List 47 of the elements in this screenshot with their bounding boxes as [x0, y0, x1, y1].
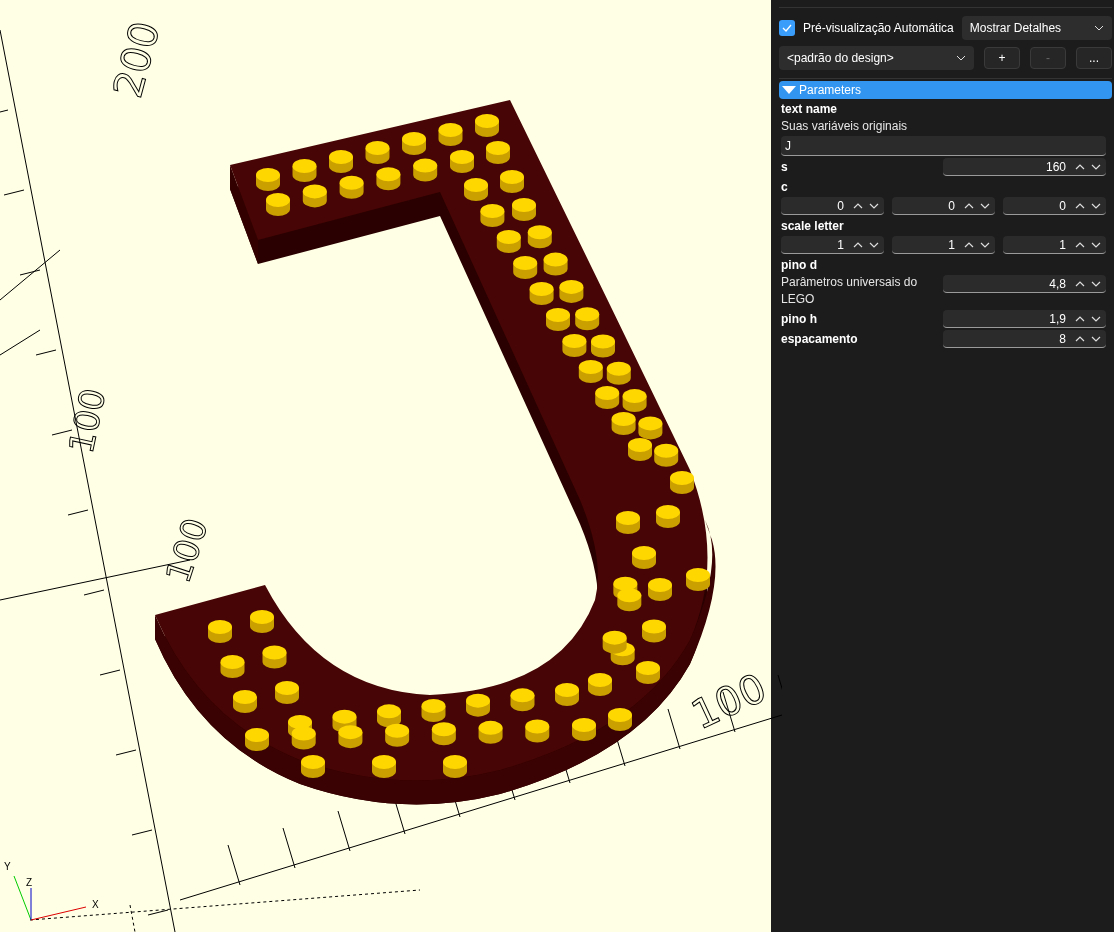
spinbox-value: 1 [948, 236, 955, 254]
preset-dropdown[interactable]: <padrão do design> [779, 46, 974, 70]
number-spinbox[interactable]: 1,9 [943, 310, 1106, 328]
detail-dropdown[interactable]: Mostrar Detalhes [961, 16, 1112, 40]
parameter-label: c [781, 179, 789, 196]
spinbox-value: 0 [1059, 197, 1066, 215]
chevron-down-icon [956, 55, 966, 61]
number-spinbox[interactable]: 1 [781, 236, 884, 254]
axis-label: X [92, 899, 99, 910]
spinbox-value: 1 [837, 236, 844, 254]
parameter-description: Suas variáveis originais [781, 118, 909, 135]
scale-label: 100 [157, 513, 216, 588]
axis-label: Y [4, 861, 11, 872]
parameter-label: scale letter [781, 218, 845, 235]
spinbox-value: 8 [1059, 330, 1066, 348]
number-spinbox[interactable]: 160 [943, 158, 1106, 176]
text-input-field[interactable]: J [781, 136, 1106, 156]
spinbox-value: 0 [837, 197, 844, 215]
triangle-down-icon [781, 85, 797, 95]
spinbox-value: 4,8 [1049, 275, 1066, 293]
parameter-label: pino h [781, 311, 818, 328]
spinbox-value: 160 [1045, 158, 1066, 176]
auto-preview-checkbox[interactable] [779, 20, 795, 36]
number-spinbox[interactable]: 0 [892, 197, 995, 215]
number-spinbox[interactable]: 1 [1003, 236, 1106, 254]
parameter-label: s [781, 159, 789, 176]
number-spinbox[interactable]: 4,8 [943, 275, 1106, 293]
preset-button[interactable]: + [984, 47, 1020, 69]
number-spinbox[interactable]: 0 [781, 197, 884, 215]
preset-button[interactable]: ... [1076, 47, 1112, 69]
scale-label: 100 [60, 384, 114, 457]
spinbox-value: 1 [1059, 236, 1066, 254]
number-spinbox[interactable]: 1 [892, 236, 995, 254]
parameter-label: text name [781, 101, 839, 118]
scale-label: 100 [684, 664, 773, 739]
auto-preview-label: Pré-visualização Automática [803, 20, 954, 37]
scale-label: 200 [104, 16, 169, 103]
parameter-description: Parâmetros universais do LEGO [781, 274, 919, 308]
number-spinbox[interactable]: 8 [943, 330, 1106, 348]
spinbox-value: 1,9 [1049, 310, 1066, 328]
chevron-down-icon [1094, 25, 1104, 31]
checkmark-icon [782, 24, 792, 32]
axis-label: Z [26, 877, 33, 888]
spinbox-value: 0 [948, 197, 955, 215]
parameter-label: pino d [781, 257, 818, 274]
number-spinbox[interactable]: 0 [1003, 197, 1106, 215]
parameter-label: espacamento [781, 331, 859, 348]
